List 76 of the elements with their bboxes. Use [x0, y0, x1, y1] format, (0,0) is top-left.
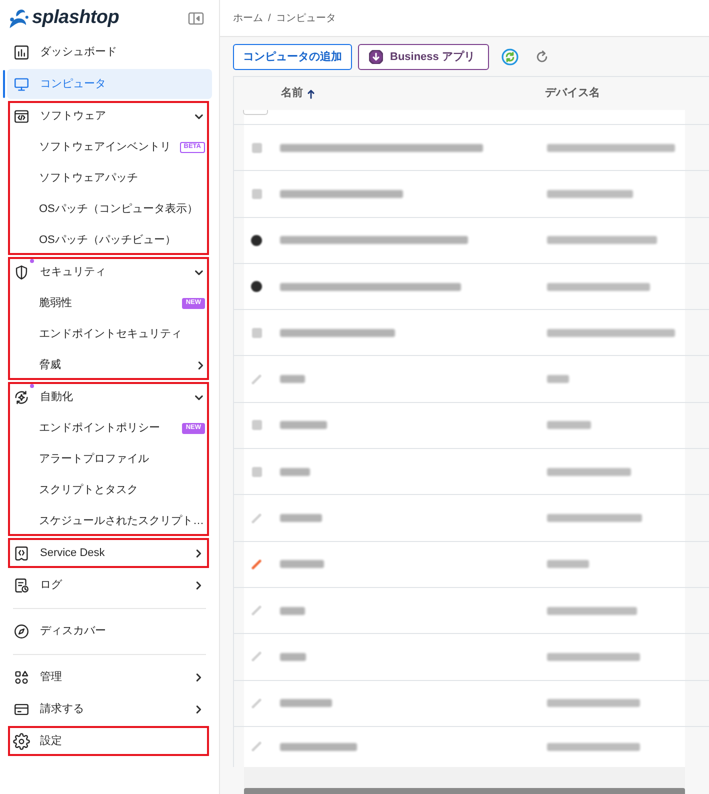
chevron-right-icon[interactable]: [194, 672, 203, 682]
shapes-grid-icon: [13, 668, 30, 686]
blurred-stroke-icon: [251, 651, 262, 662]
sort-up-icon[interactable]: [307, 88, 315, 98]
blurred-stroke-icon: [251, 558, 262, 570]
blurred-text: [547, 375, 569, 384]
chevron-right-icon[interactable]: [194, 580, 203, 590]
nav-item[interactable]: 請求する: [7, 694, 212, 724]
nav-subitem[interactable]: エンドポイントセキュリティ: [7, 319, 212, 349]
blurred-text: [280, 421, 327, 430]
breadcrumb-separator: /: [268, 12, 271, 26]
nav-subitem[interactable]: アラートプロファイル: [7, 444, 212, 474]
breadcrumb-current: コンピュータ: [276, 12, 336, 26]
code-window-icon: [13, 108, 30, 124]
download-app-button[interactable]: Business アプリ: [358, 44, 489, 70]
active-indicator: [3, 70, 5, 98]
nav-item[interactable]: ダッシュボード: [7, 37, 212, 67]
nav-item[interactable]: ログ: [7, 570, 212, 600]
chevron-down-icon[interactable]: [194, 392, 203, 402]
blurred-stroke-icon: [251, 512, 262, 524]
splash-logo-icon: [8, 8, 29, 28]
shield-icon: [13, 264, 30, 280]
sidebar-collapse-icon[interactable]: [188, 12, 204, 24]
bar-chart-icon: [13, 44, 30, 60]
monitor-icon: [13, 76, 30, 92]
blurred-text: [280, 468, 310, 476]
compass-icon: [13, 622, 30, 640]
blurred-text: [547, 421, 591, 430]
logo-text: splashtop: [32, 6, 120, 30]
column-header[interactable]: デバイス名: [545, 85, 600, 102]
nav-item[interactable]: セキュリティ: [7, 257, 212, 287]
blurred-tile-icon: [252, 142, 262, 153]
blurred-text: [547, 560, 589, 568]
nav-item[interactable]: ソフトウェア: [7, 101, 212, 131]
nav-item[interactable]: ディスカバー: [7, 616, 212, 646]
blurred-text: [280, 560, 324, 568]
settings-icon: [13, 732, 30, 750]
nav-item[interactable]: 設定: [7, 726, 212, 756]
breadcrumb-link[interactable]: ホーム: [233, 10, 263, 26]
blurred-text: [280, 375, 305, 384]
blurred-tile-icon: [252, 188, 262, 199]
blurred-text: [280, 652, 306, 661]
cycle-arrows-icon: [13, 388, 30, 406]
nav-subitem[interactable]: 脅威: [7, 350, 212, 380]
blurred-tile-icon: [252, 328, 262, 338]
chevron-right-icon[interactable]: [194, 548, 203, 558]
document-clock-icon: [13, 576, 30, 594]
nav-subitem[interactable]: OSパッチ（パッチビュー）: [7, 225, 212, 255]
chevron-right-icon[interactable]: [194, 704, 203, 714]
chevron-down-icon[interactable]: [194, 112, 203, 120]
column-header[interactable]: 名前: [234, 85, 545, 102]
nav-subitem[interactable]: スケジュールされたスクリプト…: [7, 506, 212, 536]
ticket-code-icon: [13, 544, 30, 562]
blurred-text: [280, 606, 305, 615]
chevron-down-icon[interactable]: [194, 268, 203, 276]
blurred-tile-icon: [252, 466, 262, 477]
chevron-right-icon[interactable]: [196, 360, 205, 370]
nav-item[interactable]: 管理: [7, 662, 212, 692]
blurred-stroke-icon: [251, 741, 262, 752]
sync-icon[interactable]: [500, 48, 519, 66]
nav-subitem[interactable]: ソフトウェアパッチ: [7, 163, 212, 193]
blurred-text: [280, 699, 332, 708]
nav-item[interactable]: コンピュータ: [7, 69, 212, 99]
blurred-stroke-icon: [251, 698, 262, 709]
blurred-text: [280, 514, 322, 522]
nav-subitem[interactable]: スクリプトとタスク: [7, 475, 212, 505]
blurred-stroke-icon: [251, 605, 262, 616]
nav-item[interactable]: 自動化: [7, 382, 212, 412]
nav-subitem[interactable]: OSパッチ（コンピュータ表示）: [7, 194, 212, 224]
add-computer-button[interactable]: コンピュータの追加: [233, 44, 352, 70]
download-icon: [369, 50, 383, 64]
nav-item[interactable]: Service Desk: [7, 538, 212, 568]
blurred-stroke-icon: [251, 374, 262, 385]
blurred-tile-icon: [252, 420, 262, 430]
scrollbar-thumb[interactable]: [244, 788, 685, 794]
checkbox[interactable]: [243, 110, 268, 115]
